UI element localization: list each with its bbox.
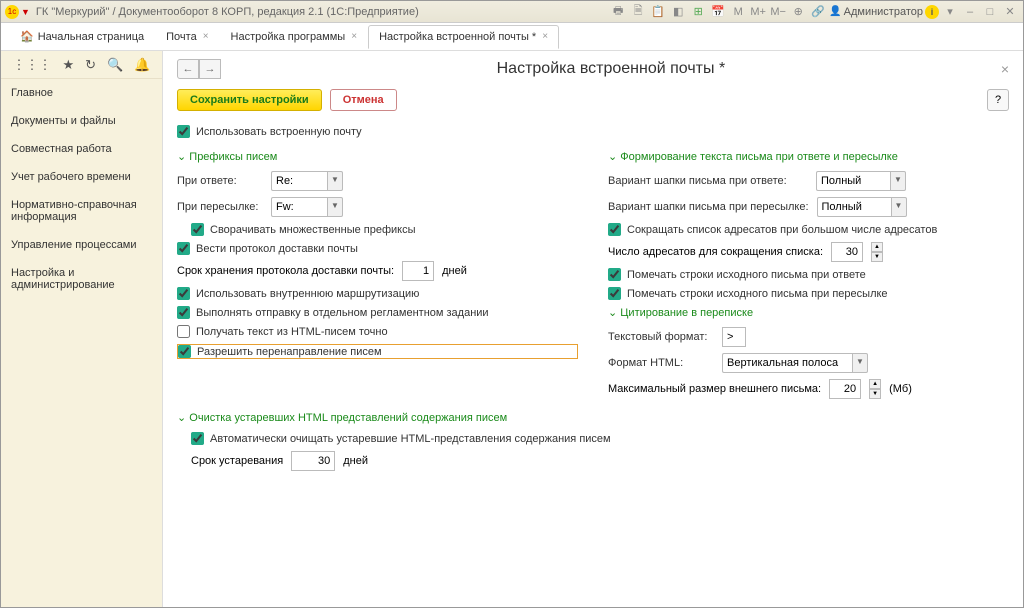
user-label[interactable]: 👤 Администратор: [829, 6, 923, 18]
m-plus-icon[interactable]: M+: [749, 4, 767, 20]
auto-clean-checkbox[interactable]: Автоматически очищать устаревшие HTML-пр…: [191, 432, 1009, 445]
spin-down[interactable]: ▼: [871, 252, 883, 262]
close-icon[interactable]: ×: [542, 31, 548, 42]
age-input[interactable]: [291, 451, 335, 471]
section-reply-format[interactable]: Формирование текста письма при ответе и …: [608, 150, 1009, 163]
close-icon[interactable]: ×: [351, 31, 357, 42]
htmlexact-checkbox[interactable]: Получать текст из HTML-писем точно: [177, 325, 578, 338]
section-cleanup[interactable]: Очистка устаревших HTML представлений со…: [177, 411, 1009, 424]
m-minus-icon[interactable]: M−: [769, 4, 787, 20]
bgsend-checkbox[interactable]: Выполнять отправку в отдельном регламент…: [177, 306, 578, 319]
main-content: ← → Настройка встроенной почты * × Сохра…: [163, 51, 1023, 607]
close-icon[interactable]: ×: [203, 31, 209, 42]
zoom-icon[interactable]: ⊕: [789, 4, 807, 20]
back-button[interactable]: ←: [177, 59, 199, 79]
maximize-icon[interactable]: □: [981, 4, 999, 20]
dropdown-icon[interactable]: ▼: [890, 171, 906, 191]
header-reply-select[interactable]: [816, 171, 890, 191]
dropdown-icon[interactable]: ▼: [327, 197, 343, 217]
use-builtin-checkbox[interactable]: Использовать встроенную почту: [177, 125, 1009, 138]
calendar-icon[interactable]: 📅: [709, 4, 727, 20]
save-button[interactable]: Сохранить настройки: [177, 89, 322, 111]
close-icon[interactable]: ×: [1001, 61, 1009, 77]
section-prefixes[interactable]: Префиксы писем: [177, 150, 578, 163]
dropdown-icon[interactable]: ▼: [327, 171, 343, 191]
preview-icon[interactable]: 🗎: [629, 4, 647, 20]
shrink-checkbox[interactable]: Сокращать список адресатов при большом ч…: [608, 223, 1009, 236]
window-title: ГК "Меркурий" / Документооборот 8 КОРП, …: [36, 6, 609, 18]
sidebar-item[interactable]: Управление процессами: [1, 231, 162, 259]
compare-icon[interactable]: ◧: [669, 4, 687, 20]
sidebar-item[interactable]: Совместная работа: [1, 135, 162, 163]
forward-button[interactable]: →: [199, 59, 221, 79]
title-bar: 1c ▼ ГК "Меркурий" / Документооборот 8 К…: [1, 1, 1023, 23]
log-checkbox[interactable]: Вести протокол доставки почты: [177, 242, 578, 255]
sidebar: ⋮⋮⋮ ★ ↻ 🔍 🔔 Главное Документы и файлы Со…: [1, 51, 163, 607]
tab-mail-settings[interactable]: Настройка встроенной почты *×: [368, 25, 559, 49]
header-fwd-select[interactable]: [817, 197, 891, 217]
sidebar-item[interactable]: Нормативно-справочная информация: [1, 191, 162, 231]
calculator-icon[interactable]: ⊞: [689, 4, 707, 20]
mark-reply-checkbox[interactable]: Помечать строки исходного письма при отв…: [608, 268, 1009, 281]
tab-bar: 🏠 Начальная страница Почта× Настройка пр…: [1, 23, 1023, 51]
sidebar-item[interactable]: Документы и файлы: [1, 107, 162, 135]
sidebar-item[interactable]: Настройка и администрирование: [1, 259, 162, 299]
fwd-prefix-input[interactable]: [271, 197, 327, 217]
close-icon[interactable]: ✕: [1001, 4, 1019, 20]
app-icon: 1c: [5, 5, 19, 19]
dropdown-icon[interactable]: ▼: [21, 7, 30, 17]
text-format-input[interactable]: [722, 327, 746, 347]
store-days-input[interactable]: [402, 261, 434, 281]
dropdown-icon[interactable]: ▾: [941, 4, 959, 20]
dropdown-icon[interactable]: ▼: [852, 353, 868, 373]
cancel-button[interactable]: Отмена: [330, 89, 397, 111]
search-icon[interactable]: 🔍: [107, 57, 123, 73]
section-quote[interactable]: Цитирование в переписке: [608, 306, 1009, 319]
routing-checkbox[interactable]: Использовать внутреннюю маршрутизацию: [177, 287, 578, 300]
mark-fwd-checkbox[interactable]: Помечать строки исходного письма при пер…: [608, 287, 1009, 300]
m-icon[interactable]: M: [729, 4, 747, 20]
dropdown-icon[interactable]: ▼: [891, 197, 907, 217]
help-button[interactable]: ?: [987, 89, 1009, 111]
html-format-select[interactable]: [722, 353, 852, 373]
spin-up[interactable]: ▲: [869, 379, 881, 389]
tab-mail[interactable]: Почта×: [155, 25, 219, 49]
spin-down[interactable]: ▼: [869, 389, 881, 399]
print-icon[interactable]: 🖶: [609, 4, 627, 20]
collapse-checkbox[interactable]: Сворачивать множественные префиксы: [191, 223, 578, 236]
sidebar-item[interactable]: Главное: [1, 79, 162, 107]
max-size-input[interactable]: [829, 379, 861, 399]
link-icon[interactable]: 🔗: [809, 4, 827, 20]
info-icon[interactable]: i: [925, 5, 939, 19]
sidebar-item[interactable]: Учет рабочего времени: [1, 163, 162, 191]
tab-home[interactable]: 🏠 Начальная страница: [9, 24, 155, 49]
redirect-checkbox[interactable]: Разрешить перенаправление писем: [177, 344, 578, 359]
clipboard-icon[interactable]: 📋: [649, 4, 667, 20]
page-title: Настройка встроенной почты *: [221, 60, 1001, 78]
tab-settings[interactable]: Настройка программы×: [220, 25, 369, 49]
star-icon[interactable]: ★: [63, 57, 75, 73]
menu-icon[interactable]: ⋮⋮⋮: [13, 57, 52, 73]
spin-up[interactable]: ▲: [871, 242, 883, 252]
count-input[interactable]: [831, 242, 863, 262]
reply-prefix-input[interactable]: [271, 171, 327, 191]
minimize-icon[interactable]: –: [961, 4, 979, 20]
history-icon[interactable]: ↻: [85, 57, 96, 73]
bell-icon[interactable]: 🔔: [134, 57, 150, 73]
